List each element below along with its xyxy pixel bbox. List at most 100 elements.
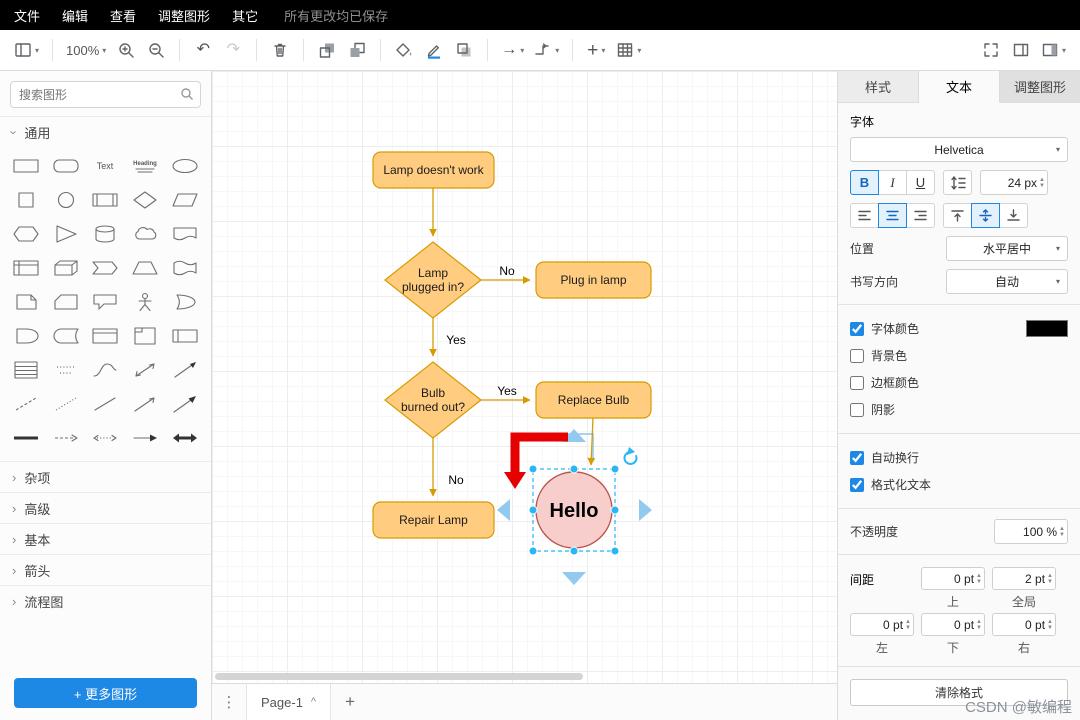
stepper-icon[interactable]: ▲ ▼ [905,619,911,631]
shape-square[interactable] [6,185,46,215]
shape-data-storage[interactable] [46,321,86,351]
shape-cloud[interactable] [125,219,165,249]
underline-button[interactable]: U [906,170,935,195]
shape-hexagon[interactable] [6,219,46,249]
shape-dashed-line[interactable] [6,389,46,419]
shape-process[interactable] [86,185,126,215]
table-button[interactable]: ▾ [612,36,645,64]
stepper-icon[interactable]: ▲ ▼ [1059,526,1065,538]
writing-direction-select[interactable]: 自动 ▾ [946,269,1068,294]
menu-arrange[interactable]: 调整图形 [158,6,210,25]
align-center-button[interactable] [878,203,907,228]
shape-dashed-arrow[interactable] [46,423,86,453]
more-shapes-button[interactable]: + 更多图形 [14,678,197,708]
stepper-icon[interactable]: ▲ ▼ [1047,573,1053,585]
flow-node-lamp-plugged-in[interactable]: Lamp plugged in? [384,241,482,319]
direction-arrow-right[interactable] [639,499,652,521]
word-wrap-checkbox[interactable] [850,450,864,465]
spacing-left-input[interactable] [855,617,906,632]
flow-node-repair-lamp[interactable]: Repair Lamp [372,501,495,539]
shape-parallelogram[interactable] [165,185,205,215]
redo-button[interactable]: ↷ [219,36,247,64]
valign-middle-button[interactable] [971,203,1000,228]
menu-edit[interactable]: 编辑 [62,6,88,25]
shape-trapezoid[interactable] [125,253,165,283]
collapse-panel-button[interactable]: ▾ [1037,36,1070,64]
view-panels-button[interactable]: ▾ [10,36,43,64]
shape-text[interactable]: Text [86,151,126,181]
position-select[interactable]: 水平居中 ▾ [946,236,1068,261]
zoom-in-button[interactable] [112,36,140,64]
line-color-button[interactable] [420,36,448,64]
shape-internal-storage[interactable] [6,253,46,283]
shape-horizontal-container[interactable] [165,321,205,351]
horizontal-scrollbar[interactable] [215,673,583,680]
shape-cube[interactable] [46,253,86,283]
flow-node-start[interactable]: Lamp doesn't work [372,151,495,189]
background-color-checkbox[interactable] [850,348,864,363]
shadow-checkbox[interactable] [850,402,864,417]
selection-handle[interactable] [569,464,579,474]
add-page-button[interactable]: + [331,692,369,712]
shape-list[interactable] [6,355,46,385]
format-panel-toggle-button[interactable] [1007,36,1035,64]
selection-handle[interactable] [528,464,538,474]
font-family-select[interactable]: Helvetica ▾ [850,137,1068,162]
flow-node-hello[interactable]: Hello [535,471,613,549]
to-back-button[interactable] [343,36,371,64]
shape-diamond[interactable] [125,185,165,215]
line-spacing-button[interactable] [943,170,972,195]
stepper-icon[interactable]: ▲ ▼ [1047,619,1053,631]
shape-label[interactable] [46,355,86,385]
border-color-checkbox[interactable] [850,375,864,390]
opacity-input[interactable] [999,524,1060,539]
section-basic[interactable]: › 基本 [0,523,211,554]
shape-actor[interactable] [125,287,165,317]
shadow-button[interactable] [450,36,478,64]
flow-node-replace-bulb[interactable]: Replace Bulb [535,381,652,419]
selection-handle[interactable] [528,546,538,556]
section-advanced[interactable]: › 高级 [0,492,211,523]
selection-handle[interactable] [610,464,620,474]
waypoint-style-button[interactable]: ▾ [530,36,563,64]
shape-horizontal-arrow[interactable] [125,423,165,453]
shape-arrow[interactable] [165,355,205,385]
shape-line-arrow[interactable] [125,389,165,419]
font-size-input[interactable] [985,175,1040,190]
undo-button[interactable]: ↶ [189,36,217,64]
tab-text[interactable]: 文本 [919,71,1000,103]
shape-dotted-double-arrow[interactable] [86,423,126,453]
shape-filled-arrow[interactable] [165,389,205,419]
italic-button[interactable]: I [878,170,907,195]
shape-bidirectional-arrow[interactable] [125,355,165,385]
shape-tape[interactable] [165,253,205,283]
shape-callout[interactable] [86,287,126,317]
shape-document[interactable] [165,219,205,249]
stepper-icon[interactable]: ▲ ▼ [976,619,982,631]
formatted-text-checkbox[interactable] [850,477,864,492]
section-general[interactable]: › 通用 [0,116,211,147]
shape-vertical-container[interactable] [125,321,165,351]
pages-menu-icon[interactable]: ⋮ [212,693,246,711]
shape-container[interactable] [86,321,126,351]
selection-handle[interactable] [610,546,620,556]
selection-handle[interactable] [610,505,620,515]
font-color-swatch[interactable] [1026,320,1068,337]
shape-textbox[interactable]: Heading [125,151,165,181]
spacing-global-input[interactable] [997,571,1048,586]
direction-arrow-left[interactable] [497,499,510,521]
spacing-right-input[interactable] [997,617,1048,632]
shape-line[interactable] [86,389,126,419]
shape-rectangle[interactable] [6,151,46,181]
zoom-select[interactable]: 100% ▾ [62,36,110,64]
selection-handle[interactable] [569,546,579,556]
stepper-icon[interactable]: ▲ ▼ [1039,177,1045,189]
shape-dotted-line[interactable] [46,389,86,419]
shape-ellipse[interactable] [165,151,205,181]
shape-step[interactable] [86,253,126,283]
connection-style-button[interactable]: → ▾ [497,36,528,64]
shape-or[interactable] [165,287,205,317]
tab-page-1[interactable]: Page-1 ^ [246,684,332,720]
shape-curve[interactable] [86,355,126,385]
spacing-bottom-input[interactable] [926,617,977,632]
